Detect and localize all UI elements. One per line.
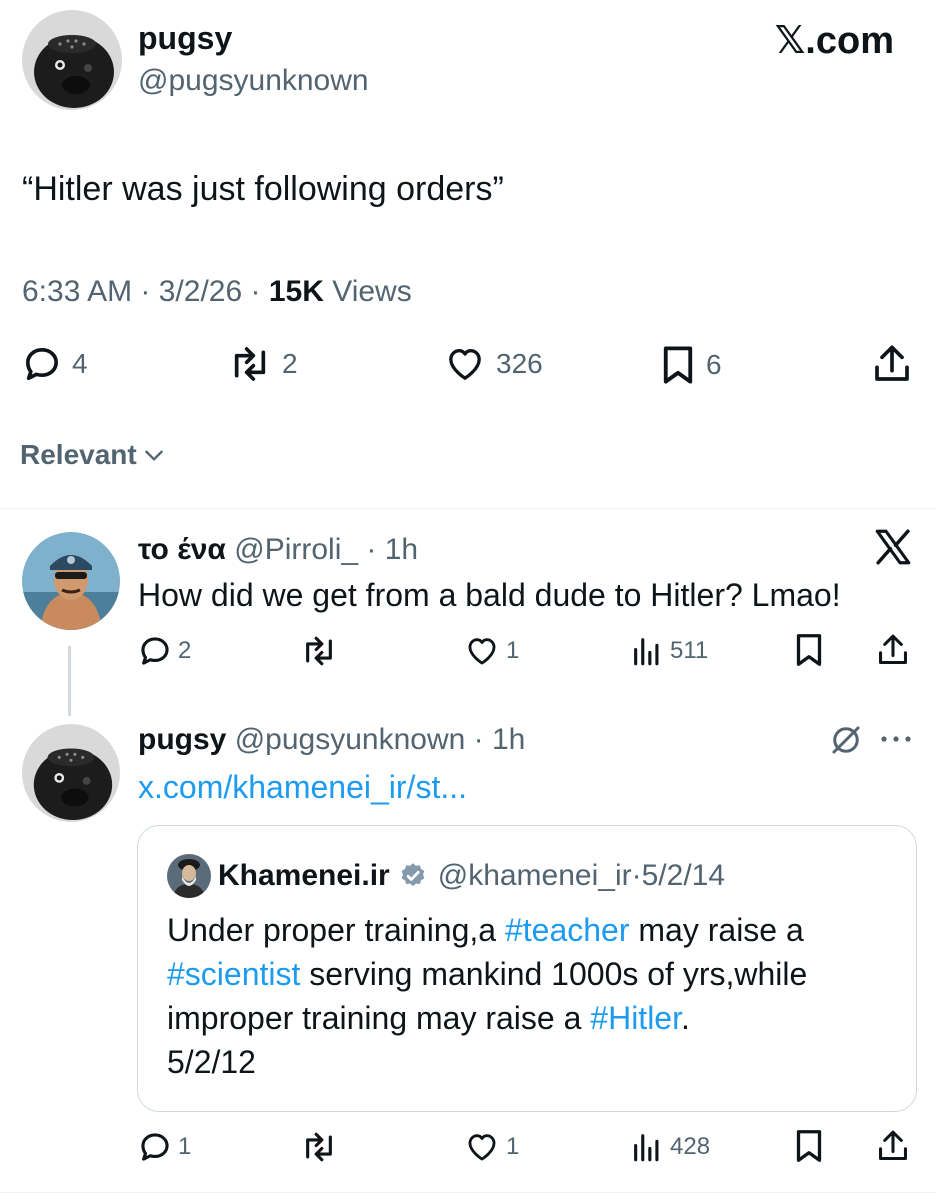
quote-date[interactable]: 5/2/14 <box>642 856 725 896</box>
grok-icon[interactable] <box>828 722 864 763</box>
section-divider <box>0 508 936 509</box>
like-button[interactable]: 1 <box>464 1130 519 1164</box>
reply-text: How did we get from a bald dude to Hitle… <box>138 577 841 613</box>
heart-icon <box>449 349 481 380</box>
reply-author-name[interactable]: pugsy <box>138 723 226 756</box>
reply-button[interactable]: 1 <box>138 1130 191 1164</box>
pirroli-avatar[interactable] <box>22 532 120 630</box>
khamenei-avatar[interactable] <box>167 854 211 898</box>
views-count: 511 <box>670 637 709 664</box>
x-logo-icon <box>872 526 914 573</box>
share-icon <box>875 345 909 381</box>
repost-icon <box>306 1132 332 1162</box>
quote-line: 5/2/12 <box>167 1044 256 1080</box>
tweet-text: “Hitler was just following orders” <box>22 170 504 208</box>
bookmark-button[interactable]: 6 <box>660 344 722 386</box>
reply-header: το ένα @Pirroli_ · 1h <box>138 530 418 570</box>
quote-line: #scientist serving mankind 1000s of yrs,… <box>167 956 808 992</box>
tweet-date[interactable]: 3/2/26 <box>159 275 242 308</box>
reply-button[interactable]: 4 <box>22 344 88 384</box>
author-name[interactable]: pugsy <box>138 18 232 58</box>
pugsy-avatar[interactable] <box>22 724 120 822</box>
share-button[interactable] <box>876 1128 910 1164</box>
hashtag-teacher[interactable]: #teacher <box>505 912 630 948</box>
views-chart-icon <box>634 1134 659 1162</box>
header-separator: · <box>631 859 642 892</box>
like-count: 1 <box>506 637 520 664</box>
hashtag-hitler[interactable]: #Hitler <box>590 1000 681 1036</box>
bookmark-count: 6 <box>706 349 722 380</box>
sort-label: Relevant <box>20 439 137 470</box>
share-button[interactable] <box>872 342 912 386</box>
heart-icon <box>468 638 496 665</box>
bookmark-button[interactable] <box>794 632 824 668</box>
quote-author-name[interactable]: Khamenei.ir <box>218 856 390 896</box>
views-count: 428 <box>670 1133 711 1160</box>
quote-text: Under proper training,a #teacher may rai… <box>167 908 897 1084</box>
views-count: 15K <box>268 275 324 308</box>
like-button[interactable]: 1 <box>464 634 519 668</box>
header-separator: · <box>358 533 385 566</box>
reply-icon <box>141 1133 169 1161</box>
reply-age[interactable]: 1h <box>492 723 525 756</box>
more-options-icon[interactable] <box>878 732 914 751</box>
meta-separator: · <box>250 275 269 308</box>
reply-count: 2 <box>178 637 192 664</box>
repost-icon <box>234 347 266 381</box>
like-count: 1 <box>506 1133 520 1160</box>
reply-author-name[interactable]: το ένα <box>138 533 226 566</box>
repost-count: 2 <box>282 348 298 379</box>
hashtag-scientist[interactable]: #scientist <box>167 956 300 992</box>
reply-count: 4 <box>72 348 88 379</box>
section-divider <box>0 1192 936 1193</box>
reply-count: 1 <box>178 1133 192 1160</box>
reply-author-handle[interactable]: @pugsyunknown <box>235 723 466 756</box>
repost-icon <box>306 636 332 666</box>
like-button[interactable]: 326 <box>444 344 543 384</box>
reply-icon <box>141 637 169 665</box>
reply-header: pugsy @pugsyunknown · 1h <box>138 720 525 760</box>
x-brand-logo: 𝕏.com <box>774 20 894 62</box>
reply-link[interactable]: x.com/khamenei_ir/st... <box>138 766 467 808</box>
reply-icon <box>26 348 59 380</box>
bookmark-icon <box>796 1130 822 1162</box>
author-handle[interactable]: @pugsyunknown <box>138 62 369 100</box>
verified-badge-icon <box>401 863 425 886</box>
quote-line: improper training may raise a #Hitler. <box>167 1000 690 1036</box>
quote-header: Khamenei.ir @khamenei_ir · 5/2/14 <box>218 856 725 896</box>
reply-author-handle[interactable]: @Pirroli_ <box>234 533 358 566</box>
pugsy-avatar[interactable] <box>22 10 122 110</box>
heart-icon <box>468 1134 496 1161</box>
views-label: Views <box>332 275 412 308</box>
repost-button[interactable] <box>300 1130 338 1164</box>
views-button[interactable]: 428 <box>630 1130 710 1164</box>
share-button[interactable] <box>876 632 910 668</box>
reply-sort-dropdown[interactable]: Relevant <box>20 436 167 474</box>
share-icon <box>879 634 907 664</box>
views-button[interactable]: 511 <box>630 634 708 668</box>
quote-line: Under proper training,a #teacher may rai… <box>167 912 804 948</box>
tweet-time[interactable]: 6:33 AM <box>22 275 132 308</box>
quote-author-handle[interactable]: @khamenei_ir <box>438 856 632 896</box>
meta-separator: · <box>140 275 159 308</box>
share-icon <box>879 1130 907 1160</box>
reply-age[interactable]: 1h <box>385 533 418 566</box>
repost-button[interactable]: 2 <box>228 344 298 384</box>
chevron-down-icon <box>144 450 163 461</box>
thread-connector <box>68 646 71 716</box>
bookmark-icon <box>796 634 822 666</box>
repost-button[interactable] <box>300 634 338 668</box>
like-count: 326 <box>496 348 543 379</box>
reply-button[interactable]: 2 <box>138 634 191 668</box>
views-chart-icon <box>634 638 659 666</box>
tweet-meta: 6:33 AM · 3/2/26 · 15K Views <box>22 272 412 312</box>
header-separator: · <box>465 723 492 756</box>
bookmark-icon <box>663 346 693 384</box>
bookmark-button[interactable] <box>794 1128 824 1164</box>
